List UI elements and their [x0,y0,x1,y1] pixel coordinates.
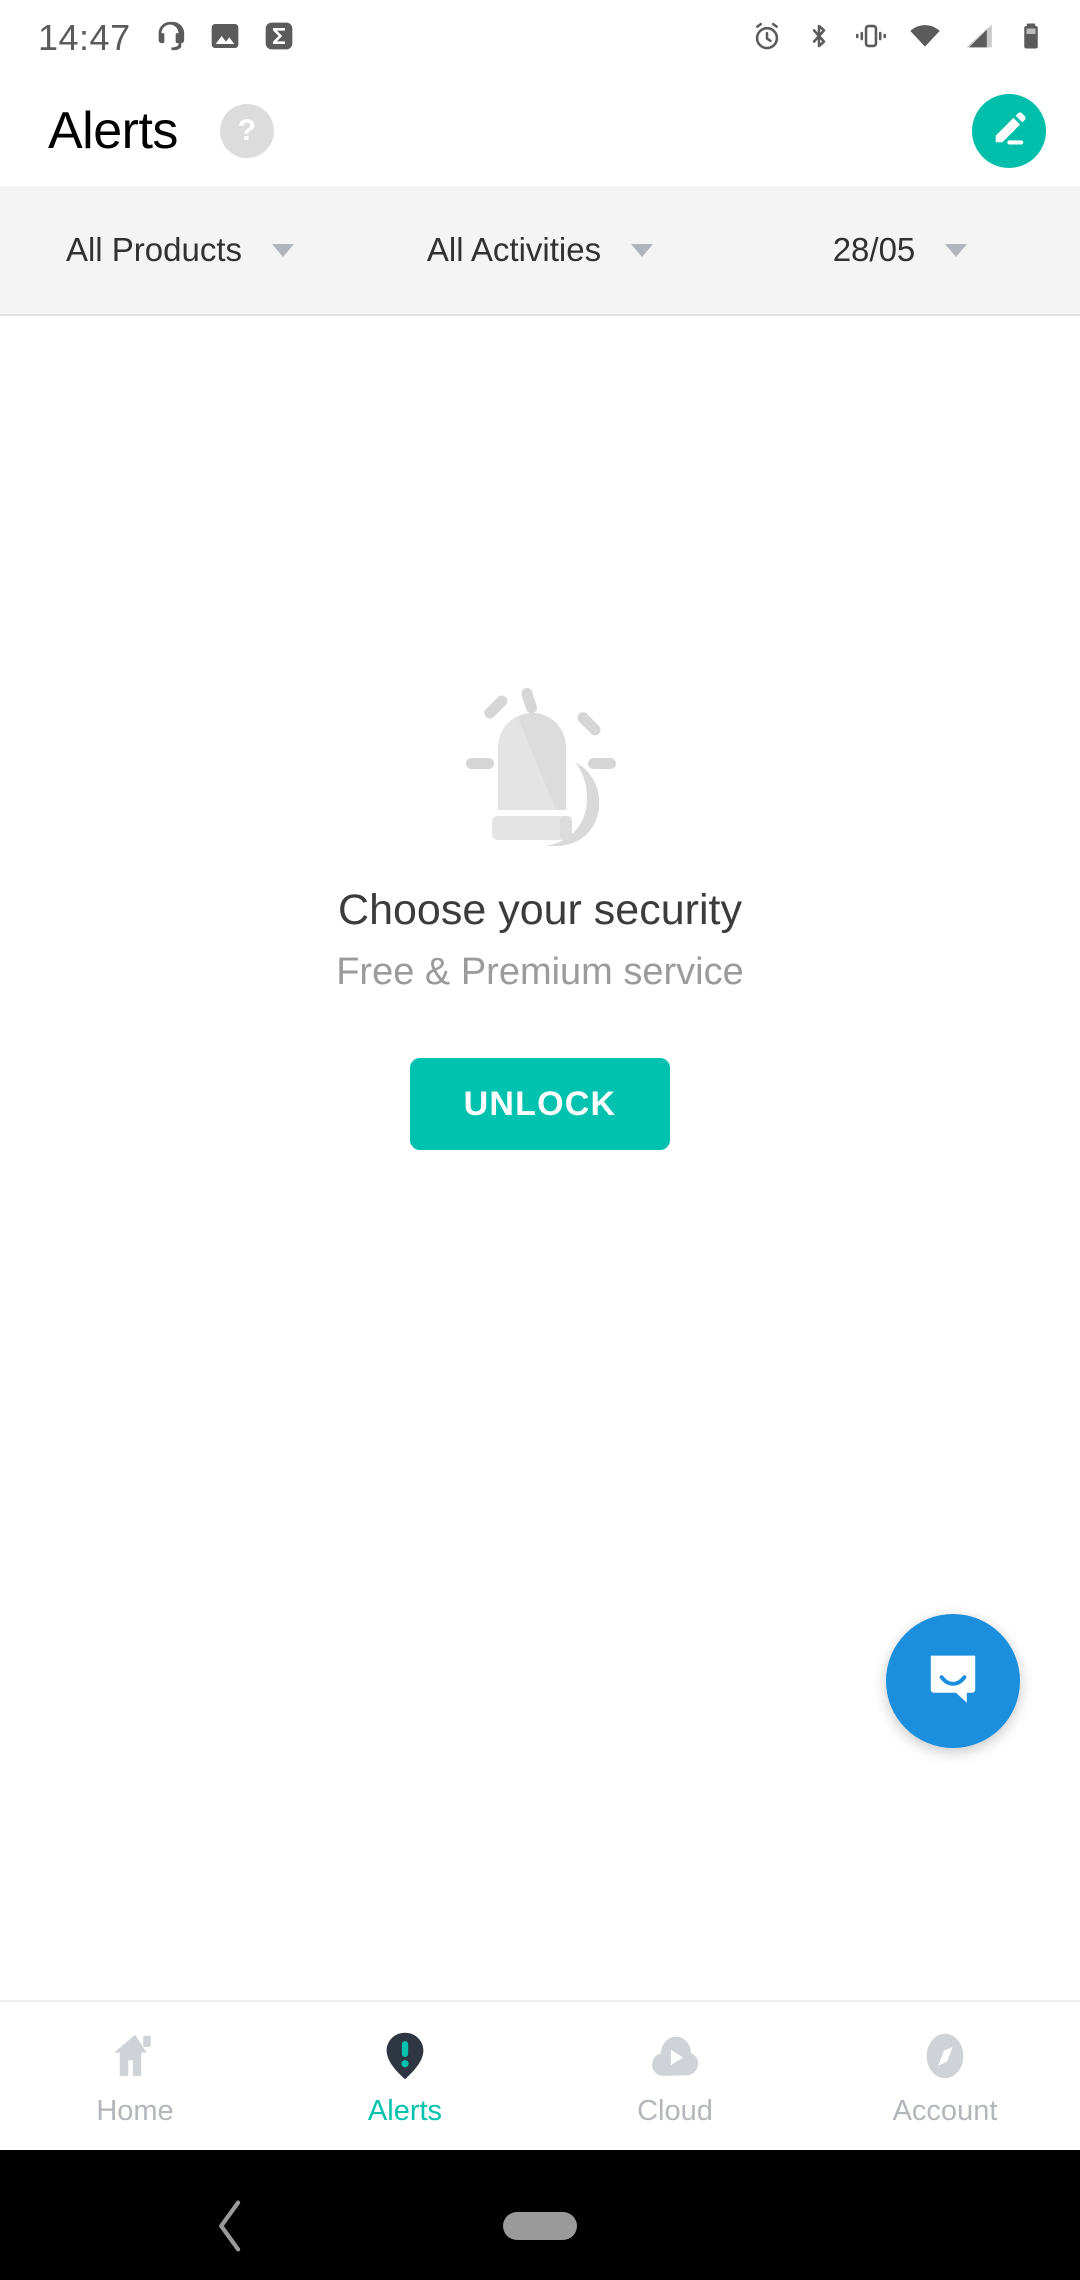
date-filter[interactable]: 28/05 [720,231,1080,269]
cellular-signal-icon [962,19,996,58]
nav-label-account: Account [892,2094,998,2127]
home-icon [106,2025,164,2087]
page-title: Alerts [48,102,178,160]
status-bar: 14:47 [0,0,1080,76]
nav-item-cloud[interactable]: Cloud [540,2002,810,2150]
bluetooth-icon [804,21,834,56]
chat-support-button[interactable] [886,1614,1020,1748]
compass-icon [926,2033,964,2078]
help-button[interactable]: ? [219,104,274,158]
alarm-siren-icon [420,680,660,870]
vibrate-icon [854,19,888,58]
nav-label-cloud: Cloud [637,2094,713,2127]
back-chevron-icon[interactable] [212,2200,246,2252]
alerts-content-area: Choose your security Free & Premium serv… [0,412,1080,2000]
nav-item-home[interactable]: Home [0,2002,270,2150]
date-filter-label: 28/05 [832,231,916,268]
empty-state-title: Choose your security [338,886,742,934]
alert-pin-icon [376,2025,434,2087]
bottom-navigation: Home Alerts Cloud Account [0,2000,1080,2150]
wifi-icon [908,19,942,58]
chevron-down-icon [631,243,654,257]
chat-bubble-icon [917,1643,989,1720]
status-bar-right [750,19,1046,58]
activity-filter-label: All Activities [426,231,602,268]
chevron-down-icon [945,243,968,257]
status-bar-clock: 14:47 [38,17,131,58]
battery-icon [1016,21,1046,56]
edit-button[interactable] [972,94,1046,168]
nav-item-account[interactable]: Account [810,2002,1080,2150]
filter-bar: All Products All Activities 28/05 [0,186,1080,316]
pencil-icon [990,110,1028,153]
status-bar-left: 14:47 [38,17,295,59]
product-filter[interactable]: All Products [0,231,360,269]
headset-icon [153,19,187,58]
cloud-play-icon [652,2036,699,2076]
sigma-icon [263,20,295,57]
alarm-icon [750,19,784,58]
nav-label-home: Home [96,2094,174,2127]
home-pill-indicator[interactable] [503,2212,577,2240]
android-navigation-bar [0,2150,1080,2280]
product-filter-label: All Products [65,231,243,268]
empty-state: Choose your security Free & Premium serv… [0,680,1080,1150]
image-icon [209,20,241,57]
app-header: Alerts ? [0,76,1080,186]
unlock-button[interactable]: UNLOCK [409,1058,671,1150]
empty-state-subtitle: Free & Premium service [336,951,744,993]
nav-item-alerts[interactable]: Alerts [270,2002,540,2150]
activity-filter[interactable]: All Activities [360,231,720,269]
nav-label-alerts: Alerts [367,2094,443,2127]
chevron-down-icon [272,243,295,257]
